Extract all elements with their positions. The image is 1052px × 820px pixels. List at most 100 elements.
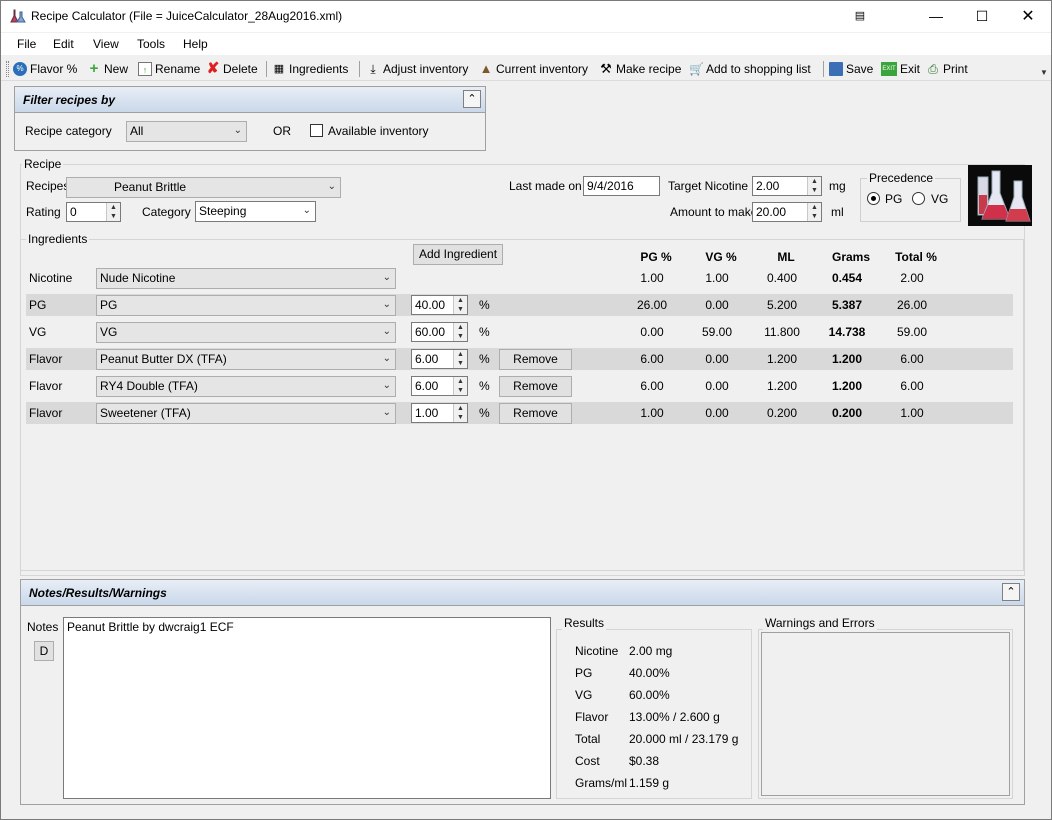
pg-percent-cell: 6.00	[640, 379, 664, 393]
ingredient-type-label: VG	[29, 325, 47, 339]
ingredient-percent-spinner[interactable]: 6.00 ▲ ▼	[411, 376, 468, 396]
vg-percent-cell: 0.00	[705, 379, 729, 393]
spinner-arrows-icon[interactable]: ▲ ▼	[453, 404, 467, 422]
toolbar-separator	[266, 61, 267, 77]
pg-radio-label: PG	[885, 192, 903, 206]
spinner-arrows-icon[interactable]: ▲ ▼	[807, 203, 821, 221]
ingredients-button[interactable]: ▦ Ingredients	[272, 60, 349, 78]
menu-bar: File Edit View Tools Help	[1, 33, 1051, 55]
ingredient-percent-spinner[interactable]: 40.00 ▲ ▼	[411, 295, 468, 315]
ingredient-type-label: Nicotine	[29, 271, 73, 285]
rename-button[interactable]: ↑ Rename	[138, 60, 200, 78]
ml-cell: 0.200	[766, 406, 798, 420]
close-button[interactable]: ✕	[1005, 1, 1051, 32]
new-button[interactable]: + New	[87, 60, 128, 78]
title-bar: Recipe Calculator (File = JuiceCalculato…	[1, 1, 1051, 32]
ingredient-select[interactable]: Peanut Butter DX (TFA) ⌄	[96, 349, 396, 370]
vg-percent-cell: 1.00	[705, 271, 729, 285]
toolbar-overflow-icon[interactable]: ▼	[1040, 68, 1050, 78]
grams-cell: 5.387	[831, 298, 863, 312]
collapse-icon[interactable]: ⌃	[1002, 583, 1020, 601]
add-to-shopping-list-button[interactable]: 🛒 Add to shopping list	[689, 60, 811, 78]
ml-cell: 11.800	[764, 325, 800, 339]
recipes-select[interactable]: Peanut Brittle ⌄	[66, 177, 341, 198]
amount-to-make-label: Amount to make	[670, 205, 758, 219]
menu-help[interactable]: Help	[183, 37, 208, 51]
remove-button[interactable]: Remove	[499, 403, 572, 424]
category-select[interactable]: Steeping ⌄	[195, 201, 316, 222]
menu-tools[interactable]: Tools	[137, 37, 165, 51]
menu-file[interactable]: File	[17, 37, 36, 51]
grams-cell: 14.738	[828, 325, 866, 339]
minimize-button[interactable]: —	[913, 1, 959, 32]
flasks-logo-icon	[968, 165, 1032, 226]
menu-view[interactable]: View	[93, 37, 119, 51]
table-icon: ▦	[273, 63, 285, 75]
total-percent-cell: 26.00	[896, 298, 928, 312]
rating-spinner[interactable]: 0 ▲ ▼	[66, 202, 121, 222]
notes-label: Notes	[27, 620, 59, 634]
result-key: PG	[575, 666, 593, 680]
ingredient-select[interactable]: Sweetener (TFA) ⌄	[96, 403, 396, 424]
maximize-button[interactable]: ☐	[959, 1, 1005, 32]
exit-button[interactable]: EXIT Exit	[881, 60, 920, 78]
precedence-label: Precedence	[867, 171, 936, 185]
tools-icon: ⚒	[600, 61, 612, 76]
last-made-date-field[interactable]: 9/4/2016	[583, 176, 660, 196]
toolbar-grip[interactable]	[6, 61, 9, 77]
ingredient-select[interactable]: Nude Nicotine ⌄	[96, 268, 396, 289]
grams-cell: 0.200	[831, 406, 863, 420]
spinner-arrows-icon[interactable]: ▲ ▼	[453, 350, 467, 368]
amount-to-make-spinner[interactable]: 20.00 ▲ ▼	[752, 202, 822, 222]
ingredient-select[interactable]: RY4 Double (TFA) ⌄	[96, 376, 396, 397]
warnings-list[interactable]	[761, 632, 1010, 796]
boxes-icon: ▲	[479, 61, 493, 76]
ingredient-percent-spinner[interactable]: 1.00 ▲ ▼	[411, 403, 468, 423]
restore-layout-icon[interactable]: ▤	[837, 1, 883, 32]
make-recipe-button[interactable]: ⚒ Make recipe	[599, 60, 681, 78]
result-value: 13.00% / 2.600 g	[629, 710, 720, 724]
remove-button[interactable]: Remove	[499, 349, 572, 370]
pg-radio[interactable]	[867, 192, 880, 205]
grams-cell: 0.454	[831, 271, 863, 285]
menu-edit[interactable]: Edit	[53, 37, 74, 51]
add-ingredient-button[interactable]: Add Ingredient	[413, 244, 503, 265]
spinner-arrows-icon[interactable]: ▲ ▼	[807, 177, 821, 195]
date-stamp-button[interactable]: D	[34, 641, 54, 661]
vg-radio[interactable]	[912, 192, 925, 205]
percent-sign: %	[479, 406, 490, 420]
ingredient-select[interactable]: PG ⌄	[96, 295, 396, 316]
remove-button[interactable]: Remove	[499, 376, 572, 397]
ingredient-select[interactable]: VG ⌄	[96, 322, 396, 343]
save-button[interactable]: Save	[829, 60, 873, 78]
chevron-down-icon: ⌄	[382, 272, 391, 283]
window-title: Recipe Calculator (File = JuiceCalculato…	[31, 9, 343, 23]
ingredient-percent-spinner[interactable]: 60.00 ▲ ▼	[411, 322, 468, 342]
spinner-arrows-icon[interactable]: ▲ ▼	[453, 377, 467, 395]
recipe-category-select[interactable]: All ⌄	[126, 121, 247, 142]
spinner-arrows-icon[interactable]: ▲ ▼	[106, 203, 120, 221]
percent-sign: %	[479, 298, 490, 312]
flavor-percent-button[interactable]: % Flavor %	[13, 60, 77, 78]
recipes-label: Recipes	[26, 179, 70, 193]
target-nicotine-spinner[interactable]: 2.00 ▲ ▼	[752, 176, 822, 196]
chevron-down-icon: ⌄	[382, 353, 391, 364]
nicotine-unit-label: mg	[829, 179, 846, 193]
available-inventory-checkbox[interactable]	[310, 124, 323, 137]
collapse-icon[interactable]: ⌃	[463, 90, 481, 108]
current-inventory-button[interactable]: ▲ Current inventory	[479, 60, 588, 78]
print-button[interactable]: ⎙ Print	[926, 60, 968, 78]
notes-panel-title: Notes/Results/Warnings	[29, 586, 167, 600]
ingredients-group-label: Ingredients	[26, 232, 90, 246]
pg-percent-cell: 6.00	[640, 352, 664, 366]
delete-button[interactable]: ✘ Delete	[206, 60, 258, 78]
chevron-down-icon: ⌄	[327, 181, 336, 192]
ingredient-percent-spinner[interactable]: 6.00 ▲ ▼	[411, 349, 468, 369]
notes-textarea[interactable]: Peanut Brittle by dwcraig1 ECF	[63, 617, 551, 799]
last-made-label: Last made on	[509, 179, 582, 193]
spinner-arrows-icon[interactable]: ▲ ▼	[453, 296, 467, 314]
result-key: Flavor	[575, 710, 609, 724]
adjust-inventory-button[interactable]: ⤓ Adjust inventory	[366, 60, 468, 78]
ml-cell: 1.200	[766, 352, 798, 366]
spinner-arrows-icon[interactable]: ▲ ▼	[453, 323, 467, 341]
